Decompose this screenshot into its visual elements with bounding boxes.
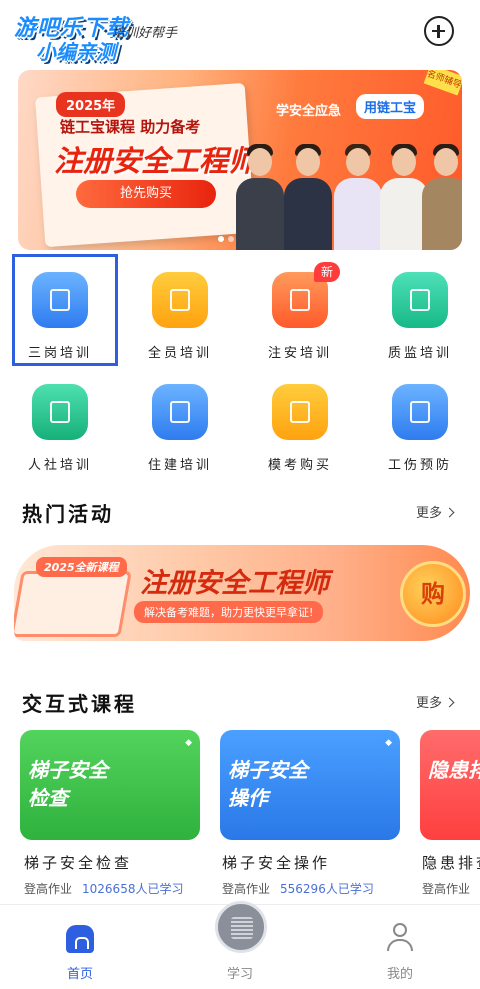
grid-item-mock-exam[interactable]: 模考购买 [240, 370, 360, 480]
tab-home[interactable]: 首页 [0, 905, 160, 989]
book-icon [14, 571, 132, 637]
top-bar: 游吧乐下载 小编亲测 培训好帮手 [0, 0, 480, 64]
banner-corner-tag: 名师辅导 [423, 70, 462, 96]
course-name: 梯子安全检查 [24, 854, 133, 872]
card-logo: ◆ [385, 738, 392, 748]
banner-safety-tag: 用链工宝 [356, 94, 425, 119]
course-category: 登高作业 [222, 882, 271, 896]
shopping-bag-icon [272, 384, 328, 440]
bottom-tab-bar: 首页 学习 我的 [0, 901, 480, 989]
banner-buy-button[interactable]: 抢先购买 [76, 180, 216, 208]
grid-item-label: 住建培训 [147, 458, 212, 473]
all-staff-icon [152, 272, 208, 328]
banner-title: 注册安全工程师 [54, 144, 258, 178]
grid-item-label: 模考购买 [267, 458, 332, 473]
interactive-courses-title: 交互式课程 [22, 692, 137, 716]
course-card-title: 梯子安全 检查 [28, 758, 108, 810]
tab-profile[interactable]: 我的 [320, 905, 480, 989]
hero-banner[interactable]: 2025年 链工宝课程 助力备考 注册安全工程师 抢先购买 学安全应急 用链工宝… [18, 70, 462, 250]
promo-subtitle: 解决备考难题，助力更快更早拿证! [134, 601, 324, 623]
course-name: 梯子安全操作 [222, 854, 331, 872]
pagination-dot [228, 236, 234, 242]
hot-activities-title: 热门活动 [22, 502, 114, 526]
grid-item-safety-engineer[interactable]: 注安培训 [240, 258, 360, 368]
new-badge: 新 [314, 262, 340, 282]
grid-item-label: 工伤预防 [387, 458, 452, 473]
watermark-line2: 小编亲测 [36, 40, 116, 64]
course-learner-count: 556296人已学习 [280, 882, 374, 896]
grid-item-label: 全员培训 [147, 346, 212, 361]
study-icon [215, 901, 267, 953]
plus-circle-icon[interactable] [424, 16, 454, 46]
course-meta: 登高作业 1026658人已学习 [24, 880, 183, 897]
person-icon [32, 384, 88, 440]
shield-check-icon [392, 272, 448, 328]
banner-pagination [218, 236, 234, 242]
course-learner-count: 1026658人已学习 [82, 882, 184, 896]
grid-item-hr[interactable]: 人社培训 [0, 370, 120, 480]
grid-item-work-injury[interactable]: 工伤预防 [360, 370, 480, 480]
banner-subtitle: 链工宝课程 助力备考 [60, 118, 201, 136]
banner-year-tag: 2025年 [56, 92, 126, 117]
document-icon [32, 272, 88, 328]
pagination-dot-active [218, 236, 224, 242]
promo-buy-button[interactable]: 购 [400, 561, 466, 627]
grid-item-three-posts[interactable]: 三岗培训 [0, 258, 120, 368]
grid-item-label: 注安培训 [267, 346, 332, 361]
grid-item-label: 人社培训 [27, 458, 92, 473]
banner-instructors-image [228, 130, 462, 250]
course-category: 登高作业 [422, 882, 471, 896]
tab-label: 学习 [226, 967, 253, 982]
course-card-title: 隐患排 [428, 758, 480, 782]
promo-title: 注册安全工程师 [140, 568, 329, 599]
tab-label: 首页 [66, 967, 93, 982]
course-card-title: 梯子安全 操作 [228, 758, 308, 810]
course-category: 登高作业 [24, 882, 73, 896]
banner-safety-text: 学安全应急 [276, 104, 342, 119]
grid-item-all-staff[interactable]: 全员培训 [120, 258, 240, 368]
hot-more-link[interactable]: 更多 [416, 502, 455, 521]
chevron-right-icon [444, 507, 455, 518]
promo-banner[interactable]: 2025全新课程 注册安全工程师 解决备考难题，助力更快更早拿证! 购 [14, 545, 470, 641]
promo-tag: 2025全新课程 [36, 557, 127, 577]
building-icon [152, 384, 208, 440]
work-injury-icon [392, 384, 448, 440]
grid-item-quality[interactable]: 质监培训 [360, 258, 480, 368]
course-card[interactable]: ◆ 梯子安全 检查 [20, 730, 200, 840]
tab-study[interactable]: 学习 [160, 901, 320, 989]
more-label: 更多 [416, 696, 443, 711]
tab-label: 我的 [386, 967, 413, 982]
home-icon [66, 925, 94, 953]
interactive-more-link[interactable]: 更多 [416, 692, 455, 711]
course-name: 隐患排查 [422, 854, 480, 872]
grid-item-label: 质监培训 [387, 346, 452, 361]
card-logo: ◆ [185, 738, 192, 748]
course-meta: 登高作业 556296人已学习 [222, 880, 374, 897]
grid-item-construction[interactable]: 住建培训 [120, 370, 240, 480]
grid-item-label: 三岗培训 [27, 346, 92, 361]
course-card[interactable]: ◆ 梯子安全 操作 [220, 730, 400, 840]
more-label: 更多 [416, 506, 443, 521]
app-slogan: 培训好帮手 [112, 26, 178, 41]
course-meta: 登高作业 [422, 880, 470, 897]
user-icon [386, 923, 414, 955]
chevron-right-icon [444, 697, 455, 708]
course-card[interactable]: 隐患排 [420, 730, 480, 840]
